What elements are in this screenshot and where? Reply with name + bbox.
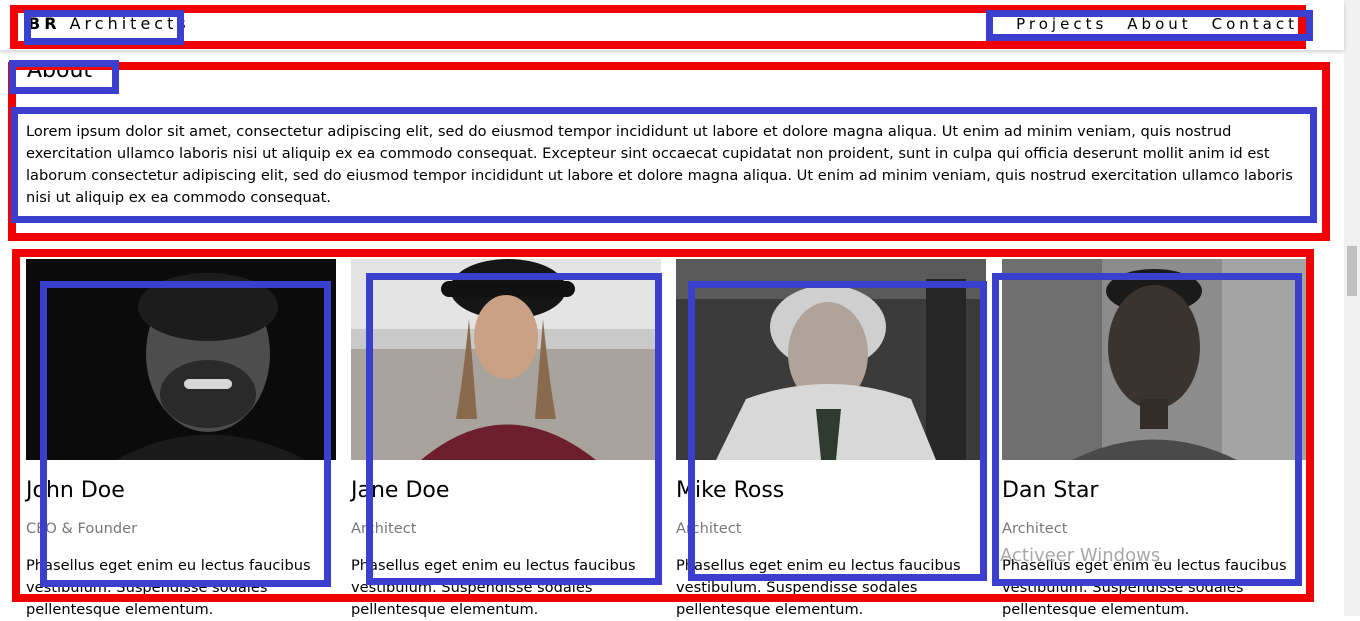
member-role: Architect <box>351 520 417 537</box>
main-nav: Projects About Contact <box>1006 15 1308 33</box>
member-name: John Doe <box>26 478 125 503</box>
brand-logo[interactable]: BR Architects <box>28 14 190 33</box>
member-role: Architect <box>676 520 742 537</box>
nav-link-projects[interactable]: Projects <box>1006 15 1117 33</box>
nav-link-about[interactable]: About <box>1117 15 1201 33</box>
member-role: CEO & Founder <box>26 520 138 537</box>
brand-name: Architects <box>69 14 190 33</box>
member-name: Jane Doe <box>351 478 450 503</box>
member-name: Mike Ross <box>676 478 785 503</box>
brand-initials: BR <box>28 14 61 33</box>
page-scrollbar[interactable] <box>1344 0 1360 616</box>
team-photo <box>351 259 661 460</box>
member-name: Dan Star <box>1002 478 1099 503</box>
team-photo <box>676 259 986 460</box>
member-description: Phasellus eget enim eu lectus faucibus v… <box>351 557 636 618</box>
nav-link-contact[interactable]: Contact <box>1202 15 1308 33</box>
team-photo <box>1002 259 1312 460</box>
team-card: Dan Star Architect Phasellus eget enim e… <box>1002 259 1312 621</box>
member-description: Phasellus eget enim eu lectus faucibus v… <box>26 557 311 618</box>
team-card: John Doe CEO & Founder Phasellus eget en… <box>26 259 336 621</box>
about-paragraph: Lorem ipsum dolor sit amet, consectetur … <box>26 123 1293 206</box>
top-navbar: BR Architects Projects About Contact <box>0 0 1344 50</box>
team-card: Mike Ross Architect Phasellus eget enim … <box>676 259 986 621</box>
member-role: Architect <box>1002 520 1068 537</box>
windows-activation-watermark: Activeer Windows <box>1000 545 1161 566</box>
scrollbar-thumb[interactable] <box>1347 246 1357 296</box>
about-heading: About <box>27 58 93 83</box>
team-photo <box>26 259 336 460</box>
member-description: Phasellus eget enim eu lectus faucibus v… <box>676 557 961 618</box>
team-card: Jane Doe Architect Phasellus eget enim e… <box>351 259 661 621</box>
